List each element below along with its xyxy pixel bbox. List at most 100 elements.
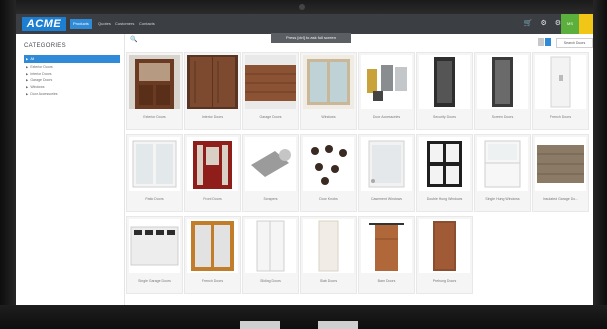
french-doors-wood-icon [187,219,238,273]
product-card[interactable]: Door Knobs [300,134,357,212]
product-card[interactable]: Security Doors [416,52,473,130]
product-card[interactable]: Insulated Garage Do... [532,134,589,212]
monitor-stand-left [240,321,280,329]
product-label: Scrapers [263,197,278,201]
product-card[interactable]: Sliding Doors [242,216,299,294]
product-thumbnail [361,219,412,273]
category-item-windows[interactable]: ▶ Windows [24,84,120,90]
category-item-door-accessories[interactable]: ▶ Door Accessories [24,91,120,97]
single-hung-window-icon [477,137,528,191]
barn-door-icon [361,219,412,273]
grid-view-toggle[interactable] [545,38,551,46]
product-label: Screen Doors [491,115,514,119]
product-card[interactable]: Garage Doors [242,52,299,130]
product-thumbnail [361,137,412,191]
category-list: ▶ All ▶ Exterior Doors ▶ Interior Doors ▶ Ga… [24,55,120,98]
categories-sidebar: CATEGORIES ▶ All ▶ Exterior Doors ▶ Interio… [16,34,125,305]
double-hung-window-icon [419,137,470,191]
monitor-bezel-right [593,0,607,329]
product-card[interactable]: French Doors [184,216,241,294]
search-icon[interactable]: 🔍 [130,36,137,43]
product-card[interactable]: Prehung Doors [416,216,473,294]
product-label: Exterior Doors [143,115,166,119]
product-thumbnail [477,55,528,109]
category-item-interior-doors[interactable]: ▶ Interior Doors [24,71,120,77]
tab-products[interactable]: Products [70,19,92,29]
nav-icons: 🛒 ⚙ ⚙ [518,19,561,27]
scraper-icon [245,137,296,191]
product-label: Door Accessories [372,115,401,119]
product-card[interactable]: Door Accessories [358,52,415,130]
acme-logo[interactable]: ACME [22,17,66,31]
product-card[interactable]: Slab Doors [300,216,357,294]
product-thumbnail [129,219,180,273]
sliding-door-icon [245,219,296,273]
product-card[interactable]: Casement Windows [358,134,415,212]
product-thumbnail [361,55,412,109]
cart-icon[interactable]: 🛒 [524,20,533,27]
notification-badge[interactable] [579,14,593,34]
product-thumbnail [419,55,470,109]
product-card[interactable]: Double Hung Windows [416,134,473,212]
product-label: Prehung Doors [432,279,457,283]
settings-icon[interactable]: ⚙ [540,20,546,27]
product-label: Casement Windows [370,197,403,201]
fullscreen-tooltip: Press [ctrl] to ask full screen [271,33,351,43]
product-card[interactable]: Screen Doors [474,52,531,130]
product-label: Single Garage Doors [138,279,171,283]
accessories-icon [361,55,412,109]
product-card[interactable]: Scrapers [242,134,299,212]
product-label: Interior Doors [201,115,224,119]
category-item-all[interactable]: ▶ All [24,55,120,63]
chevron-right-icon: ▶ [26,91,29,96]
product-label: French Doors [201,279,224,283]
product-label: Slab Doors [319,279,338,283]
camera-icon [299,4,305,10]
tab-quotes[interactable]: Quotes [98,19,111,29]
category-item-garage-doors[interactable]: ▶ Garage Doors [24,77,120,83]
product-label: Insulated Garage Do... [542,197,579,201]
chevron-right-icon: ▶ [26,64,29,69]
product-thumbnail [419,219,470,273]
tab-contacts[interactable]: Contacts [139,19,155,29]
product-card[interactable]: Barn Doors [358,216,415,294]
categories-heading: CATEGORIES [24,43,66,49]
product-thumbnail [187,219,238,273]
product-card[interactable]: Exterior Doors [126,52,183,130]
product-thumbnail [419,137,470,191]
product-thumbnail [477,137,528,191]
patio-door-icon [129,137,180,191]
product-thumbnail [303,219,354,273]
chevron-right-icon: ▶ [26,57,29,61]
product-card[interactable]: Windows [300,52,357,130]
product-card[interactable]: Single Hung Windows [474,134,531,212]
product-label: Security Doors [433,115,456,119]
product-card[interactable]: Patio Doors [126,134,183,212]
product-thumbnail [303,55,354,109]
wood-door-glass-icon [129,55,180,109]
product-thumbnail [245,137,296,191]
product-label: Single Hung Windows [485,197,520,201]
user-avatar[interactable]: MS [561,14,579,34]
product-thumbnail [535,137,586,191]
tab-customers[interactable]: Customers [115,19,134,29]
monitor-bezel-bottom [0,305,607,329]
search-doors-button[interactable]: Search Doors [556,38,593,48]
monitor-stand-right [318,321,358,329]
slab-door-icon [303,219,354,273]
red-front-door-icon [187,137,238,191]
list-view-toggle[interactable] [538,38,544,46]
product-card[interactable]: Single Garage Doors [126,216,183,294]
product-label: Double Hung Windows [426,197,463,201]
prehung-door-icon [419,219,470,273]
garage-door-wood-icon [245,55,296,109]
security-door-icon [419,55,470,109]
product-card[interactable]: French Doors [532,52,589,130]
product-card[interactable]: Front Doors [184,134,241,212]
product-label: Windows [321,115,336,119]
app-screen: ACME Products Quotes Customers Contacts … [16,14,593,305]
category-item-exterior-doors[interactable]: ▶ Exterior Doors [24,64,120,70]
monitor-bezel-left [0,0,16,329]
product-card[interactable]: Interior Doors [184,52,241,130]
product-thumbnail [245,219,296,273]
